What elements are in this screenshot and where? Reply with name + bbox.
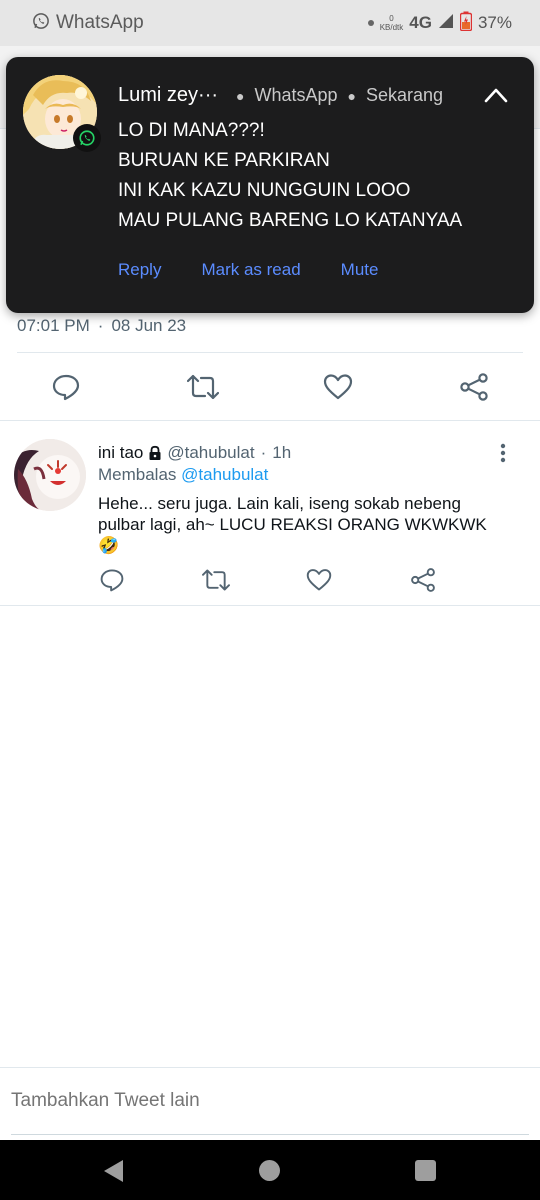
home-icon[interactable] <box>259 1160 280 1181</box>
tweet-timestamp: 07:01 PM · 08 Jun 23 <box>17 316 186 336</box>
reply-icon[interactable] <box>99 567 125 593</box>
notification-header: Lumi zey··· ● WhatsApp ● Sekarang <box>118 84 443 107</box>
tweet-header: ini tao @tahubulat · 1h <box>98 443 291 463</box>
network-speed: 0 KB/dtk <box>380 14 404 32</box>
status-bar-left: WhatsApp <box>32 12 144 35</box>
reply-tweet[interactable]: ini tao @tahubulat · 1h Membalas @tahubu… <box>0 421 540 606</box>
reply-button[interactable]: Reply <box>118 260 161 280</box>
status-bar-right: 0 KB/dtk 4G 37% <box>367 0 512 46</box>
whatsapp-icon <box>32 12 50 35</box>
like-icon[interactable] <box>306 567 332 593</box>
notification-sender: Lumi zey··· <box>118 84 219 106</box>
header-bullet: ● <box>236 87 245 104</box>
avatar[interactable] <box>14 439 86 511</box>
notification-time: Sekarang <box>366 85 444 105</box>
mute-button[interactable]: Mute <box>341 260 379 280</box>
network-speed-value: 0 <box>389 14 394 23</box>
network-type: 4G <box>409 13 432 32</box>
retweet-icon[interactable] <box>186 372 220 402</box>
add-tweet-input[interactable] <box>11 1090 531 1112</box>
header-bullet: ● <box>347 87 356 104</box>
tweet-time: 07:01 PM <box>17 316 90 335</box>
tweet-author-name[interactable]: ini tao <box>98 443 143 463</box>
status-bar-app-title: WhatsApp <box>56 12 144 33</box>
notification-actions: Reply Mark as read Mute <box>118 260 378 280</box>
battery-percent: 37% <box>477 13 512 32</box>
network-speed-unit: KB/dtk <box>379 23 404 32</box>
notification-message-line: MAU PULANG BARENG LO KATANYAA <box>118 210 463 231</box>
notification-dot-icon <box>367 20 374 26</box>
reply-icon[interactable] <box>51 372 81 402</box>
reply-tweet-actions <box>0 567 540 597</box>
tweet-author-handle[interactable]: @tahubulat <box>167 443 254 463</box>
notification-message-line: LO DI MANA???! <box>118 120 265 141</box>
chevron-up-icon[interactable] <box>484 87 508 103</box>
replying-mention-link[interactable]: @tahubulat <box>181 465 268 484</box>
system-nav-bar <box>0 1140 540 1200</box>
main-tweet-actions <box>0 362 540 412</box>
whatsapp-badge-icon <box>73 124 101 152</box>
tweet-text: Hehe... seru juga. Lain kali, iseng soka… <box>98 494 487 555</box>
back-icon[interactable] <box>103 1159 125 1188</box>
notification-app-name: WhatsApp <box>254 85 338 105</box>
signal-icon <box>438 13 454 34</box>
more-options-icon[interactable] <box>500 443 506 463</box>
lock-icon <box>147 445 163 461</box>
retweet-icon[interactable] <box>202 567 230 593</box>
whatsapp-notification[interactable]: Lumi zey··· ● WhatsApp ● Sekarang LO DI … <box>6 57 534 313</box>
status-bar: WhatsApp 0 KB/dtk 4G 37% <box>0 0 540 46</box>
replying-prefix: Membalas <box>98 465 177 484</box>
share-icon[interactable] <box>459 372 489 402</box>
notification-message-line: INI KAK KAZU NUNGGUIN LOOO <box>118 180 411 201</box>
tweet-age: 1h <box>272 443 292 462</box>
battery-icon <box>459 11 473 36</box>
divider <box>17 352 523 353</box>
notification-message-line: BURUAN KE PARKIRAN <box>118 150 330 171</box>
replying-to: Membalas @tahubulat <box>98 465 268 485</box>
divider <box>0 1067 540 1068</box>
input-underline <box>11 1134 529 1135</box>
header-separator: · <box>260 443 267 462</box>
like-icon[interactable] <box>323 372 353 402</box>
tweet-date: 08 Jun 23 <box>111 316 187 335</box>
notification-message: LO DI MANA???! BURUAN KE PARKIRAN INI KA… <box>118 116 462 236</box>
recent-apps-icon[interactable] <box>415 1160 436 1181</box>
share-icon[interactable] <box>410 567 436 593</box>
mark-as-read-button[interactable]: Mark as read <box>201 260 300 280</box>
timestamp-separator: · <box>97 316 104 335</box>
